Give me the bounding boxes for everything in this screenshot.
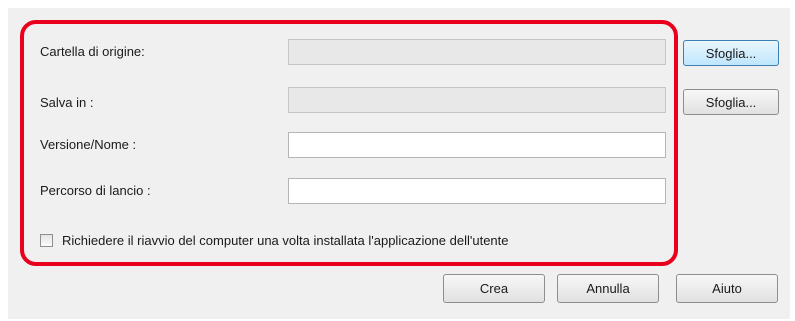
browse-save-button[interactable]: Sfoglia...: [683, 89, 779, 115]
browse-source-button[interactable]: Sfoglia...: [683, 40, 779, 66]
restart-checkbox-label[interactable]: Richiedere il riavvio del computer una v…: [62, 233, 509, 248]
version-name-label: Versione/Nome :: [40, 137, 137, 152]
source-folder-field[interactable]: [288, 39, 666, 65]
launch-path-label: Percorso di lancio :: [40, 183, 151, 198]
help-button[interactable]: Aiuto: [676, 274, 778, 303]
restart-checkbox[interactable]: [40, 234, 53, 247]
save-in-field[interactable]: [288, 87, 666, 113]
create-button[interactable]: Crea: [443, 274, 545, 303]
source-folder-label: Cartella di origine:: [40, 44, 145, 59]
launch-path-field[interactable]: [288, 178, 666, 204]
version-name-field[interactable]: [288, 132, 666, 158]
cancel-button[interactable]: Annulla: [557, 274, 659, 303]
save-in-label: Salva in :: [40, 95, 94, 110]
